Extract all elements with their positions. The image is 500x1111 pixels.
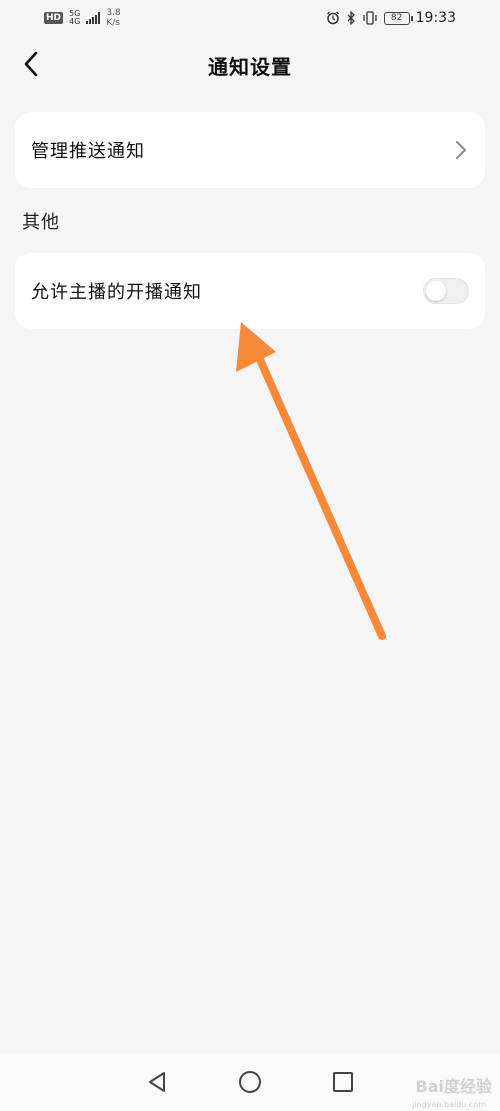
status-right: 82 19:33 <box>326 10 456 26</box>
nav-home-button[interactable] <box>235 1067 265 1097</box>
back-button[interactable] <box>16 46 46 82</box>
speed-value: 3.8 <box>106 8 121 18</box>
battery-icon: 82 <box>383 11 413 25</box>
square-recents-icon <box>333 1072 354 1092</box>
circle-home-icon <box>238 1071 261 1093</box>
arrow-shaft <box>254 351 386 640</box>
nav-recents-button[interactable] <box>328 1067 358 1097</box>
allow-live-notifications-item: 允许主播的开播通知 <box>15 253 485 329</box>
status-bar: HD 5G 4G 3.8 K/s 82 19:33 <box>0 0 500 36</box>
status-left: HD 5G 4G 3.8 K/s <box>44 8 121 28</box>
network-speed: 3.8 K/s <box>106 8 120 28</box>
header: 通知设置 <box>0 36 500 94</box>
alarm-icon <box>326 11 339 25</box>
bluetooth-icon <box>347 11 355 25</box>
section-title-other: 其他 <box>22 212 60 233</box>
network-type-bottom: 4G <box>69 17 81 26</box>
allow-live-notifications-label: 允许主播的开播通知 <box>31 282 202 303</box>
baidu-watermark: Bai度经验 <box>416 1073 492 1097</box>
triangle-back-icon <box>148 1072 165 1092</box>
watermark-url: jingyan.baidu.com <box>412 1100 486 1109</box>
vibrate-icon <box>362 11 377 25</box>
network-type: 5G 4G <box>69 10 80 26</box>
toggle-knob <box>426 281 446 301</box>
speed-unit: K/s <box>106 18 120 28</box>
chevron-right-icon <box>455 139 469 161</box>
chevron-left-icon <box>24 51 38 77</box>
manage-push-notifications-item[interactable]: 管理推送通知 <box>15 112 485 188</box>
watermark-brand: Bai度经验 <box>415 1077 492 1096</box>
clock: 19:33 <box>415 10 456 26</box>
allow-live-notifications-toggle[interactable] <box>423 278 469 304</box>
page-title: 通知设置 <box>208 54 292 79</box>
hd-badge: HD <box>44 12 64 24</box>
manage-push-notifications-label: 管理推送通知 <box>31 141 145 162</box>
signal-icon <box>86 12 101 24</box>
arrow-head <box>236 322 276 372</box>
nav-back-button[interactable] <box>142 1067 172 1097</box>
